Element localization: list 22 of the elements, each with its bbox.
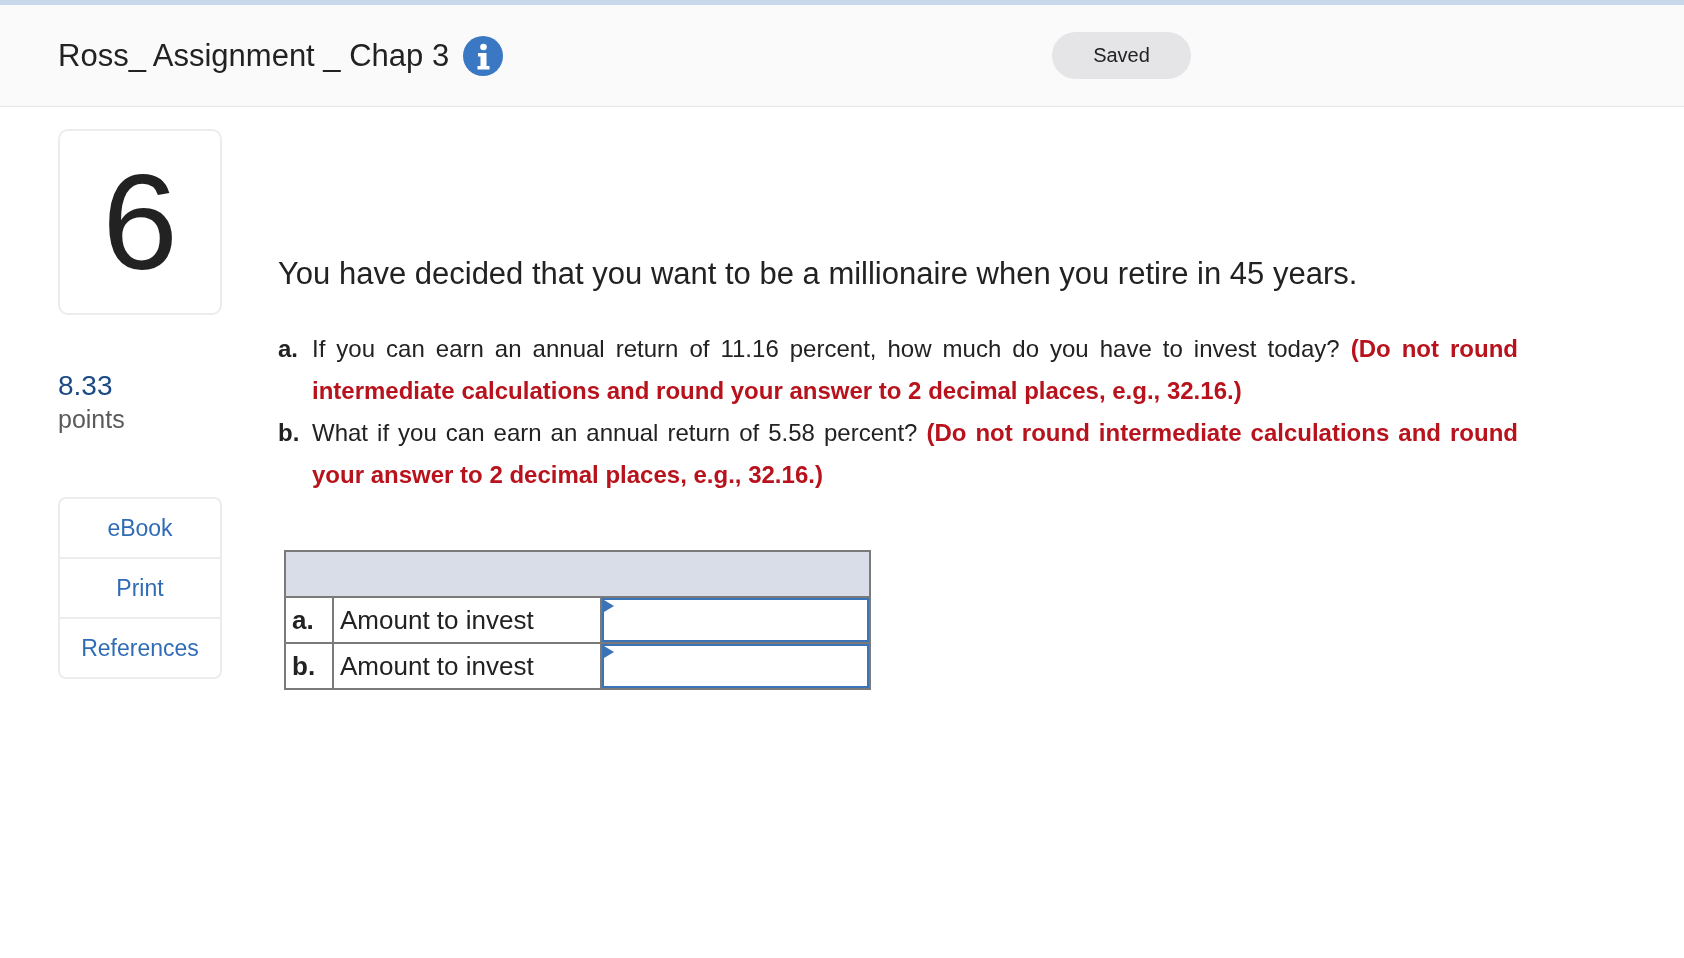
points-label: points: [58, 404, 126, 435]
info-icon[interactable]: [463, 35, 504, 76]
part-text: What if you can earn an annual return of 5.58 percent? (Do not round intermediate calculations and round your answer to 2 decimal places, e.g., 32.16.): [312, 418, 1518, 490]
answer-field[interactable]: [602, 598, 869, 642]
row-label: b.: [285, 643, 333, 689]
status-badge: Saved: [1052, 32, 1191, 79]
answer-field[interactable]: [602, 644, 869, 688]
part-label: b.: [278, 418, 301, 448]
resource-link[interactable]: eBook: [60, 499, 220, 557]
assignment-title: Ross_ Assignment _ Chap 3: [58, 37, 450, 74]
table-cell: Amount to invest: [333, 643, 601, 689]
resource-link[interactable]: References: [60, 617, 220, 677]
question-number: 6: [58, 129, 222, 315]
corner-marker-icon: [604, 646, 614, 658]
points-value: 8.33: [58, 369, 114, 403]
row-label: a.: [285, 597, 333, 643]
resource-link[interactable]: Print: [60, 557, 220, 617]
corner-marker-icon: [604, 600, 614, 612]
question-stem: You have decided that you want to be a millionaire when you retire in 45 years.: [278, 255, 1359, 293]
table-cell: Amount to invest: [333, 597, 601, 643]
part-text: If you can earn an annual return of 11.16 percent, how much do you have to invest today? (Do not round intermediate calculations and round your answer to 2 decimal places, e.g., 32.16.): [312, 334, 1518, 406]
part-label: a.: [278, 334, 299, 364]
